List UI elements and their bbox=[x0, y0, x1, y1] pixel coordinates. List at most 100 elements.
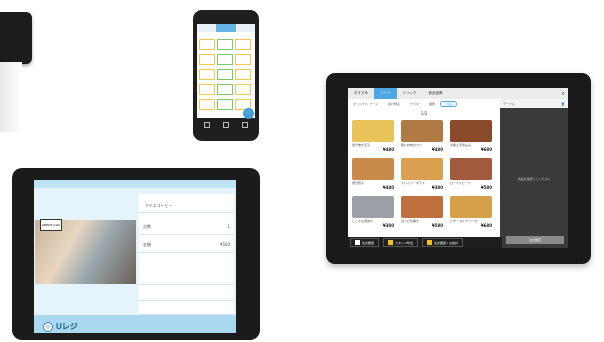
cart-icon[interactable]: 🛒 bbox=[243, 108, 254, 119]
tab-recommend[interactable]: おすすめ bbox=[348, 88, 374, 99]
menu-item-price: ¥580 bbox=[480, 185, 492, 190]
phone-menu-cell[interactable] bbox=[199, 99, 215, 110]
phone-menu-cell[interactable] bbox=[217, 54, 233, 65]
phone-menu-cell[interactable] bbox=[235, 84, 251, 95]
menu-item-price: ¥580 bbox=[431, 223, 443, 228]
menu-item-price: ¥380 bbox=[431, 185, 443, 190]
phone-menu-cell[interactable] bbox=[217, 99, 233, 110]
menu-item-price: ¥480 bbox=[431, 147, 443, 152]
menu-item-image bbox=[401, 158, 443, 180]
recent-apps-icon[interactable] bbox=[242, 122, 249, 128]
phone-tab[interactable] bbox=[236, 24, 255, 32]
phone-menu-cell[interactable] bbox=[235, 39, 251, 50]
table-header: テーブル 👤 bbox=[500, 99, 568, 108]
menu-item-image bbox=[401, 196, 443, 218]
menu-item[interactable]: ローストビーフ ¥580 bbox=[450, 158, 496, 190]
phone-menu-cell[interactable] bbox=[235, 54, 251, 65]
empty-row bbox=[139, 270, 234, 285]
subcategory-item[interactable]: 麺類 bbox=[424, 102, 440, 106]
phone-menu-cell[interactable] bbox=[217, 84, 233, 95]
subcategory-item[interactable]: サラダ bbox=[405, 102, 424, 106]
amount-row: 金額 ¥500 bbox=[139, 238, 234, 253]
tab-drink[interactable]: ドリンク bbox=[397, 88, 423, 99]
menu-item-image bbox=[352, 158, 394, 180]
menu-grid: 出汁巻き玉子 ¥480 鶏むね肉のカツ ¥480 牛筋土手煮込み ¥680 焼き… bbox=[348, 118, 500, 237]
menu-item-image bbox=[352, 120, 394, 142]
empty-row bbox=[139, 286, 234, 301]
empty-order-message: 商品を選択してください bbox=[517, 177, 551, 181]
menu-item-image bbox=[450, 120, 492, 142]
phone-menu-cell[interactable] bbox=[217, 69, 233, 80]
search-icon[interactable]: ⌕ bbox=[562, 90, 565, 98]
menu-item-price: ¥480 bbox=[382, 147, 394, 152]
order-side-panel: テーブル 👤 商品を選択してください 注文確定 bbox=[500, 99, 568, 248]
phone-menu-cell[interactable] bbox=[199, 69, 215, 80]
call-staff-button[interactable]: スタッフ呼出 bbox=[383, 238, 419, 247]
page-indicator: 1/2 bbox=[348, 108, 500, 118]
menu-item[interactable]: 牛筋土手煮込み ¥680 bbox=[450, 120, 496, 152]
category-tabs: おすすめ フード ドリンク 食品宝庫 ⌕ bbox=[348, 88, 568, 99]
printer-shadow bbox=[0, 62, 22, 132]
quantity-row: 点数 1 bbox=[139, 220, 234, 235]
phone-menu-cell[interactable] bbox=[199, 84, 215, 95]
amount-label: 金額 bbox=[143, 242, 151, 247]
amount-value: ¥500 bbox=[219, 242, 230, 247]
ureji-logo: ◎ Uレジ bbox=[43, 321, 78, 332]
phone-tab[interactable] bbox=[197, 24, 216, 32]
menu-item-price: ¥680 bbox=[480, 223, 492, 228]
page-number: 1/2 bbox=[420, 110, 428, 116]
subcategory-bar: オリジナル フード 揚げ物系 サラダ 麺類 ご飯系 bbox=[348, 99, 500, 108]
quantity-label: 点数 bbox=[143, 224, 151, 229]
menu-item[interactable]: ピザ・マルゲリータ ¥680 bbox=[450, 196, 496, 228]
quantity-value: 1 bbox=[227, 224, 230, 229]
bell-icon bbox=[388, 240, 394, 245]
menu-item[interactable]: ほっけの開き ¥580 bbox=[401, 196, 447, 228]
phone-menu-cell[interactable] bbox=[217, 39, 233, 50]
back-icon[interactable] bbox=[203, 122, 210, 128]
phone-menu-cell[interactable] bbox=[199, 54, 215, 65]
order-item-name: アイスコーヒー bbox=[145, 203, 173, 208]
menu-item-image bbox=[352, 196, 394, 218]
order-item-row: アイスコーヒー bbox=[139, 200, 234, 213]
subcategory-item[interactable]: オリジナル フード bbox=[348, 102, 383, 106]
ureji-logo-icon: ◎ bbox=[43, 321, 53, 332]
menu-item[interactable]: 出汁巻き玉子 ¥480 bbox=[352, 120, 398, 152]
table-label: テーブル bbox=[503, 101, 515, 106]
left-tablet-screen: アイスコーヒー 点数 1 金額 ¥500 URECH Cafe ◎ Uレジ bbox=[34, 180, 236, 333]
phone-tab-bar bbox=[197, 24, 255, 32]
menu-item-image bbox=[401, 120, 443, 142]
cafe-sign: URECH Cafe bbox=[40, 219, 62, 231]
home-icon[interactable] bbox=[222, 122, 229, 128]
empty-row bbox=[139, 302, 234, 315]
subcategory-item[interactable]: 揚げ物系 bbox=[383, 102, 405, 106]
tab-goods[interactable]: 食品宝庫 bbox=[423, 88, 449, 99]
menu-item[interactable]: 焼き餃子 ¥480 bbox=[352, 158, 398, 190]
menu-item[interactable]: スパイシーポテト ¥380 bbox=[401, 158, 447, 190]
subcategory-item-selected[interactable]: ご飯系 bbox=[440, 100, 458, 107]
menu-item[interactable]: 鶏むね肉のカツ ¥480 bbox=[401, 120, 447, 152]
status-bar bbox=[34, 180, 236, 188]
receipt-icon bbox=[427, 240, 433, 245]
menu-item[interactable]: ししゃも唐揚げ ¥380 bbox=[352, 196, 398, 228]
order-history-button[interactable]: 注文履歴 bbox=[350, 238, 380, 247]
right-tablet-screen: おすすめ フード ドリンク 食品宝庫 ⌕ オリジナル フード 揚げ物系 サラダ … bbox=[348, 88, 568, 248]
phone-menu-cell[interactable] bbox=[199, 39, 215, 50]
bottom-bar: ◎ Uレジ bbox=[34, 315, 236, 333]
ureji-logo-text: Uレジ bbox=[56, 322, 78, 331]
phone-menu-grid bbox=[199, 39, 253, 110]
user-icon: 👤 bbox=[561, 101, 565, 106]
home-icon bbox=[355, 240, 360, 245]
bottom-toolbar: 注文履歴 スタッフ呼出 注文履歴 / お会計 bbox=[348, 237, 502, 248]
order-detail-panel: アイスコーヒー 点数 1 金額 ¥500 bbox=[139, 194, 234, 315]
phone-menu-cell[interactable] bbox=[235, 69, 251, 80]
tab-food[interactable]: フード bbox=[374, 88, 397, 99]
menu-item-price: ¥680 bbox=[480, 147, 492, 152]
menu-item-image bbox=[450, 196, 492, 218]
checkout-button[interactable]: 注文履歴 / お会計 bbox=[422, 238, 463, 247]
menu-item-image bbox=[450, 158, 492, 180]
menu-item-price: ¥480 bbox=[382, 185, 394, 190]
phone-tab-active[interactable] bbox=[216, 24, 236, 32]
confirm-order-button[interactable]: 注文確定 bbox=[506, 236, 564, 244]
phone-screen bbox=[197, 24, 255, 118]
menu-item-price: ¥380 bbox=[382, 223, 394, 228]
